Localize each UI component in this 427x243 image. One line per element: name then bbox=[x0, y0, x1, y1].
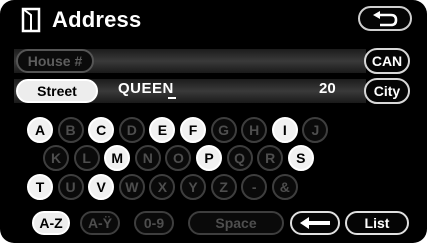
page-title: Address bbox=[52, 7, 142, 32]
list-button[interactable]: List bbox=[345, 211, 409, 235]
accented-mode-button[interactable]: A-Ÿ bbox=[80, 211, 120, 235]
key-z[interactable]: Z bbox=[210, 174, 237, 200]
key-dash[interactable]: - bbox=[241, 174, 268, 200]
key-g[interactable]: G bbox=[210, 117, 237, 143]
key-c[interactable]: C bbox=[88, 117, 115, 143]
back-button[interactable] bbox=[358, 6, 412, 31]
street-button[interactable]: Street bbox=[16, 79, 98, 103]
key-s[interactable]: S bbox=[287, 145, 314, 171]
street-input-value: QUEEN bbox=[118, 80, 174, 97]
numeric-mode-button[interactable]: 0-9 bbox=[134, 211, 174, 235]
key-o[interactable]: O bbox=[165, 145, 192, 171]
house-number-button[interactable]: House # bbox=[16, 49, 94, 73]
space-button[interactable]: Space bbox=[188, 211, 284, 235]
key-u[interactable]: U bbox=[57, 174, 84, 200]
address-screen: Address House # CAN Street QUEEN 20 City… bbox=[0, 0, 427, 243]
match-count: 20 bbox=[319, 80, 336, 97]
key-t[interactable]: T bbox=[27, 174, 53, 200]
can-button[interactable]: CAN bbox=[364, 48, 410, 74]
key-ampersand[interactable]: & bbox=[271, 174, 298, 200]
key-y[interactable]: Y bbox=[180, 174, 206, 200]
key-j[interactable]: J bbox=[302, 117, 329, 143]
return-arrow-icon bbox=[373, 10, 398, 26]
key-v[interactable]: V bbox=[88, 174, 115, 200]
map-book-icon bbox=[21, 7, 41, 33]
text-cursor bbox=[168, 97, 176, 99]
key-n[interactable]: N bbox=[134, 145, 161, 171]
a-z-mode-button[interactable]: A-Z bbox=[32, 211, 70, 235]
left-arrow-icon bbox=[300, 217, 330, 229]
key-p[interactable]: P bbox=[196, 145, 222, 171]
key-d[interactable]: D bbox=[118, 117, 145, 143]
key-m[interactable]: M bbox=[104, 145, 131, 171]
key-x[interactable]: X bbox=[149, 174, 176, 200]
key-w[interactable]: W bbox=[118, 174, 145, 200]
key-i[interactable]: I bbox=[271, 117, 298, 143]
key-k[interactable]: K bbox=[43, 145, 69, 171]
key-f[interactable]: F bbox=[180, 117, 206, 143]
key-r[interactable]: R bbox=[257, 145, 284, 171]
key-b[interactable]: B bbox=[57, 117, 84, 143]
city-button[interactable]: City bbox=[364, 78, 410, 104]
backspace-button[interactable] bbox=[290, 211, 340, 235]
key-q[interactable]: Q bbox=[226, 145, 253, 171]
key-e[interactable]: E bbox=[149, 117, 176, 143]
key-a[interactable]: A bbox=[27, 117, 53, 143]
key-h[interactable]: H bbox=[241, 117, 268, 143]
key-l[interactable]: L bbox=[73, 145, 100, 171]
